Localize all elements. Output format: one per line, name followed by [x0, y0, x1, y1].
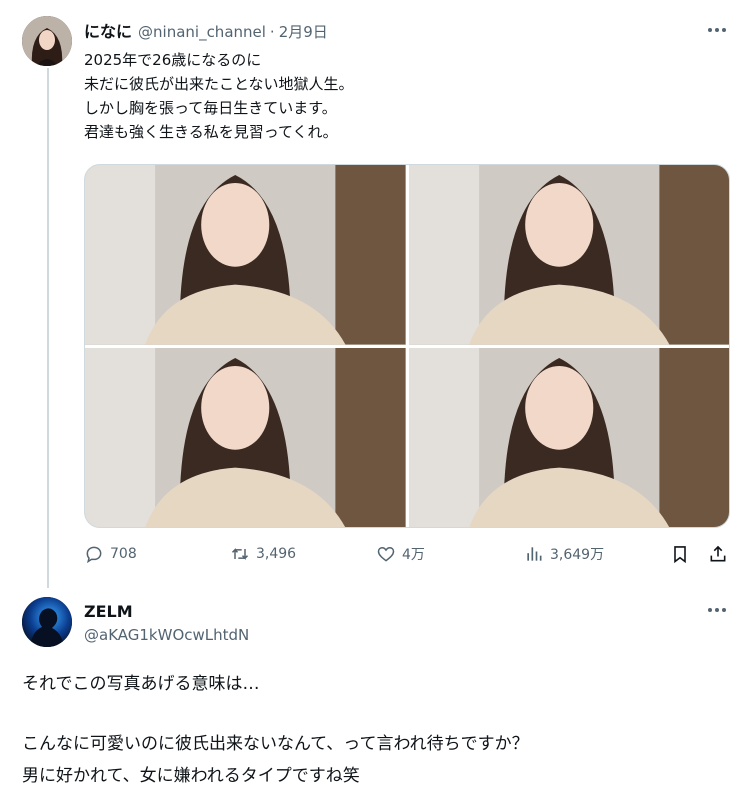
tweet-text-line: 君達も強く生きる私を見習ってくれ。 — [84, 123, 338, 141]
reply-more-options-icon[interactable] — [705, 602, 729, 618]
speech-bubble-icon — [86, 546, 102, 564]
reply-author-name[interactable]: ZELM — [84, 602, 133, 621]
bookmark-button[interactable] — [670, 544, 690, 564]
tweet-photo-2[interactable] — [408, 165, 729, 345]
author-name[interactable]: になに — [84, 18, 132, 42]
reply-text-line: こんなに可愛いのに彼氏出来ないなんて、って言われ待ちですか？ — [22, 734, 529, 754]
views-button[interactable]: 3,649万 — [524, 544, 604, 564]
like-button[interactable]: 4万 — [376, 544, 425, 564]
tweet-date[interactable]: 2月9日 — [279, 21, 328, 42]
photo-grid — [84, 164, 730, 528]
author-avatar[interactable] — [22, 16, 72, 66]
reply-author-handle[interactable]: @aKAG1kWOcwLhtdN — [84, 626, 249, 644]
share-icon — [710, 545, 726, 562]
retweet-icon — [231, 548, 249, 560]
reply-text-line: 男に好かれて、女に嫌われるタイプですね笑 — [22, 766, 360, 786]
tweet-text-line: しかし胸を張って毎日生きています。 — [84, 99, 337, 117]
thread-connector-line — [47, 68, 49, 588]
reply-text-line: それでこの写真あげる意味は… — [22, 674, 260, 694]
more-options-icon[interactable] — [705, 22, 729, 38]
tweet-text-line: 2025年で26歳になるのに — [84, 51, 262, 69]
tweet-text: 2025年で26歳になるのに 未だに彼氏が出来たことない地獄人生。 しかし胸を張… — [84, 48, 354, 144]
views-count: 3,649万 — [550, 547, 605, 563]
header-separator: · — [269, 23, 275, 41]
share-button[interactable] — [708, 544, 728, 564]
reply-button[interactable]: 708 — [84, 544, 137, 564]
tweet-header: になに @ninani_channel · 2月9日 — [84, 18, 328, 42]
tweet-photo-1[interactable] — [85, 165, 406, 345]
reply-count: 708 — [110, 546, 137, 562]
tweet-text-line: 未だに彼氏が出来たことない地獄人生。 — [84, 75, 354, 93]
heart-icon — [377, 546, 395, 562]
reply-author-avatar[interactable] — [22, 597, 72, 647]
retweet-button[interactable]: 3,496 — [230, 544, 296, 564]
retweet-count: 3,496 — [256, 546, 297, 562]
tweet-actions-bar: 708 3,496 4万 3,649万 — [84, 544, 734, 570]
bar-chart-icon — [527, 547, 542, 561]
like-count: 4万 — [402, 547, 425, 563]
author-handle[interactable]: @ninani_channel — [138, 23, 266, 41]
reply-text: それでこの写真あげる意味は… こんなに可愛いのに彼氏出来ないなんて、って言われ待… — [22, 672, 529, 788]
tweet-photo-4[interactable] — [408, 347, 729, 527]
tweet-photo-3[interactable] — [85, 347, 406, 527]
bookmark-icon — [674, 546, 686, 564]
